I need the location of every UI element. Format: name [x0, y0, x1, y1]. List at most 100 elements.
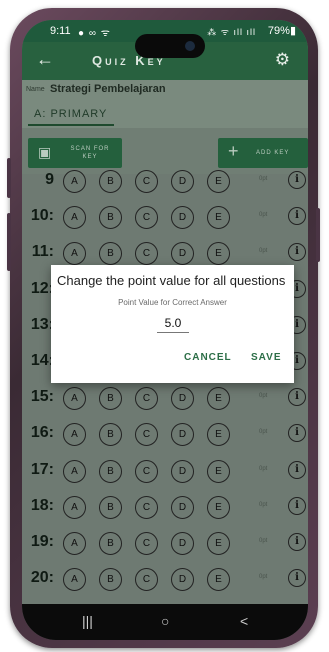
point-value-input[interactable] — [157, 314, 189, 333]
answer-option[interactable]: C — [135, 459, 158, 483]
gear-icon[interactable]: ⚙ — [275, 50, 290, 70]
answer-option[interactable]: C — [135, 206, 158, 230]
answer-option[interactable]: C — [135, 170, 158, 193]
answer-option[interactable]: C — [135, 387, 158, 411]
answer-option[interactable]: A — [63, 387, 86, 411]
question-row: 20: A B C D E 0pt i — [22, 564, 308, 594]
answer-option[interactable]: B — [99, 495, 122, 519]
answer-option[interactable]: D — [171, 568, 194, 592]
info-icon[interactable]: i — [288, 243, 306, 262]
signal-icons: ⁂ ᯤ ıll ıll — [207, 27, 256, 37]
power-button — [316, 208, 320, 262]
answer-option[interactable]: D — [171, 532, 194, 555]
answer-option[interactable]: C — [135, 568, 158, 592]
question-number: 10: — [30, 207, 54, 225]
info-icon[interactable]: i — [288, 496, 306, 515]
answer-option[interactable]: C — [135, 532, 158, 555]
answer-option[interactable]: E — [207, 423, 230, 447]
info-icon[interactable]: i — [288, 424, 306, 443]
answer-option[interactable]: D — [171, 170, 194, 193]
answer-option[interactable]: A — [63, 423, 86, 447]
question-number: 20: — [30, 569, 54, 587]
info-icon[interactable]: i — [288, 171, 306, 189]
answer-option[interactable]: C — [135, 495, 158, 519]
question-number: 12: — [30, 279, 54, 297]
answer-option[interactable]: A — [63, 495, 86, 519]
answer-option[interactable]: E — [207, 568, 230, 592]
answer-option[interactable]: D — [171, 459, 194, 483]
info-icon[interactable]: i — [288, 388, 306, 407]
answer-option[interactable]: A — [63, 568, 86, 592]
question-number: 13: — [30, 315, 54, 333]
answer-option[interactable]: A — [63, 242, 86, 266]
question-row: 18: A B C D E 0pt i — [22, 492, 308, 522]
answer-option[interactable]: A — [63, 170, 86, 193]
answer-option[interactable]: E — [207, 170, 230, 193]
quiz-name-label: Name — [26, 86, 45, 93]
answer-option[interactable]: E — [207, 242, 230, 266]
answer-option[interactable]: B — [99, 170, 122, 193]
arrow-left-icon[interactable]: ← — [36, 49, 54, 70]
screen: 9:11 ● ∞ ᯤ ⁂ ᯤ ıll ıll 79%▮ ← Quiz Key ⚙… — [22, 20, 308, 640]
add-button-label: ADD KEY — [256, 150, 290, 156]
question-row: 15: A B C D E 0pt i — [22, 383, 308, 413]
answer-option[interactable]: D — [171, 206, 194, 230]
volume-button — [7, 213, 11, 271]
tab-primary[interactable]: A: PRIMARY — [34, 108, 107, 120]
answer-option[interactable]: A — [63, 206, 86, 230]
status-time: 9:11 — [50, 25, 71, 37]
cancel-button[interactable]: CANCEL — [184, 352, 232, 363]
home-button[interactable]: ○ — [161, 613, 169, 629]
camera-icon: ▣ — [38, 144, 53, 160]
answer-option[interactable]: E — [207, 387, 230, 411]
question-number: 15: — [30, 388, 54, 406]
points-label: 0pt — [259, 429, 268, 436]
answer-option[interactable]: D — [171, 242, 194, 266]
answer-option[interactable]: C — [135, 242, 158, 266]
dialog-title: Change the point value for all questions — [57, 273, 286, 288]
answer-option[interactable]: E — [207, 459, 230, 483]
points-label: 0pt — [259, 248, 268, 255]
quiz-name-value: Strategi Pembelajaran — [50, 83, 166, 95]
info-icon[interactable]: i — [288, 533, 306, 551]
answer-option[interactable]: A — [63, 459, 86, 483]
question-number: 11: — [31, 243, 54, 261]
save-button[interactable]: SAVE — [251, 352, 282, 363]
answer-option[interactable]: A — [63, 532, 86, 555]
info-icon[interactable]: i — [288, 207, 306, 226]
answer-option[interactable]: C — [135, 423, 158, 447]
question-number: 16: — [30, 424, 54, 442]
plus-icon: + — [228, 141, 240, 161]
answer-option[interactable]: B — [99, 242, 122, 266]
info-icon[interactable]: i — [288, 569, 306, 588]
answer-option[interactable]: D — [171, 423, 194, 447]
info-icon[interactable]: i — [288, 460, 306, 479]
answer-option[interactable]: B — [99, 568, 122, 592]
add-key-button[interactable]: + ADD KEY — [218, 138, 308, 168]
volume-button — [7, 158, 11, 198]
answer-option[interactable]: B — [99, 206, 122, 230]
points-label: 0pt — [259, 212, 268, 219]
scan-for-key-button[interactable]: ▣ SCAN FOR KEY — [28, 138, 122, 168]
question-number: 19: — [30, 533, 54, 550]
answer-option[interactable]: E — [207, 532, 230, 555]
back-button[interactable]: < — [240, 613, 248, 629]
points-label: 0pt — [259, 501, 268, 508]
answer-option[interactable]: E — [207, 495, 230, 519]
scan-button-label: SCAN FOR KEY — [70, 146, 110, 160]
system-nav-bar: ||| ○ < — [22, 604, 308, 640]
notification-icons: ● ∞ ᯤ — [78, 28, 111, 39]
answer-option[interactable]: B — [99, 532, 122, 555]
question-row: 19: A B C D E 0pt i — [22, 528, 308, 558]
recent-apps-button[interactable]: ||| — [82, 613, 93, 629]
answer-option[interactable]: B — [99, 387, 122, 411]
answer-option[interactable]: B — [99, 459, 122, 483]
answer-option[interactable]: D — [171, 495, 194, 519]
points-label: 0pt — [259, 574, 268, 581]
answer-option[interactable]: E — [207, 206, 230, 230]
answer-option[interactable]: B — [99, 423, 122, 447]
front-camera — [135, 34, 205, 58]
points-label: 0pt — [259, 538, 268, 544]
answer-option[interactable]: D — [171, 387, 194, 411]
question-row: 17: A B C D E 0pt i — [22, 456, 308, 486]
